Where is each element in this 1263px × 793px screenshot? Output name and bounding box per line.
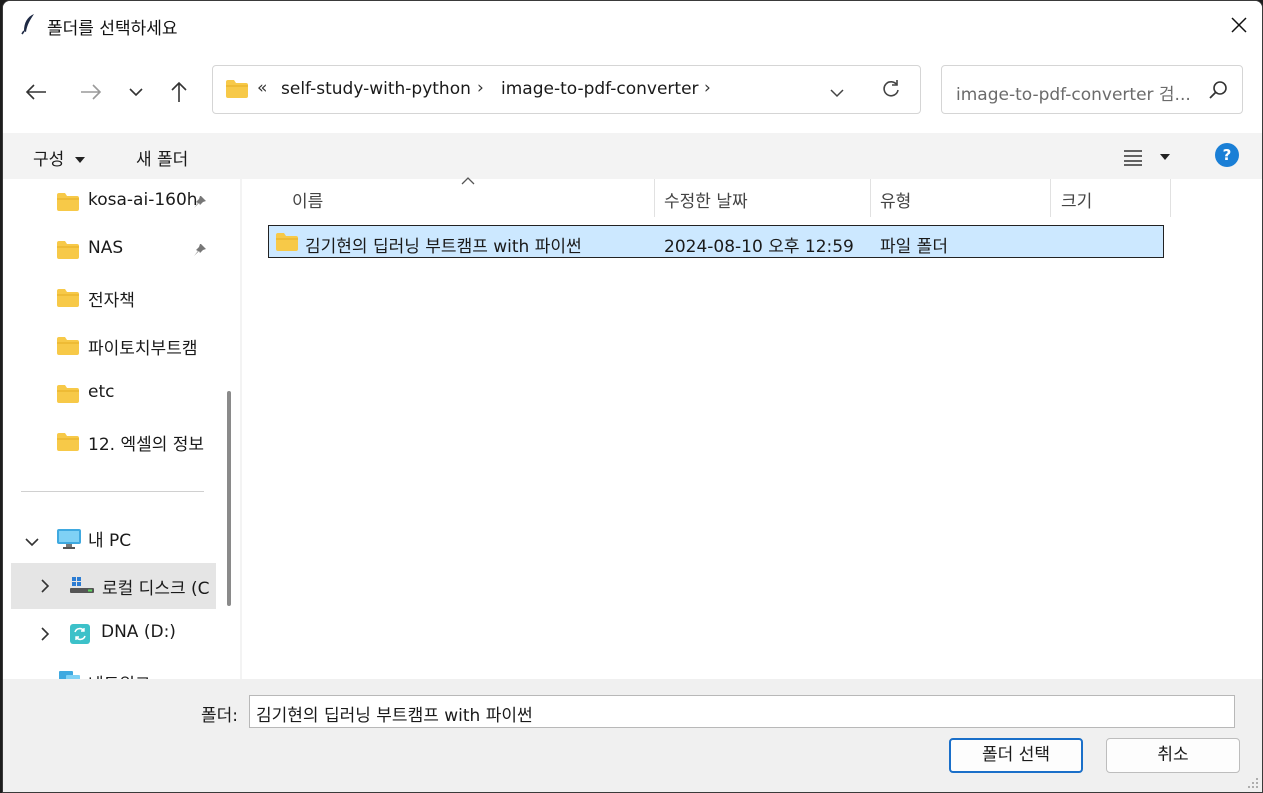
sidebar-item-network[interactable]: 네트워크 <box>3 659 215 679</box>
address-dropdown-button[interactable] <box>830 83 844 102</box>
sidebar-item-label: 12. 엑셀의 정보 <box>88 435 205 455</box>
sidebar-divider <box>21 491 204 492</box>
refresh-icon <box>883 80 899 97</box>
arrow-left-icon <box>25 84 46 100</box>
address-bar[interactable]: « self-study-with-python › image-to-pdf-… <box>212 65 921 114</box>
window-title: 폴더를 선택하세요 <box>47 19 178 39</box>
chevron-right-icon[interactable] <box>41 578 50 597</box>
arrow-right-icon <box>81 84 102 100</box>
breadcrumb-separator[interactable]: › <box>477 78 484 98</box>
sidebar-item-label: 로컬 디스크 (C <box>102 579 210 599</box>
search-icon[interactable] <box>1208 80 1228 104</box>
folder-picker-dialog: 폴더를 선택하세요 « self-study-with-python › ima… <box>2 0 1263 793</box>
sort-ascending-icon <box>461 177 475 185</box>
navigation-bar: « self-study-with-python › image-to-pdf-… <box>3 49 1262 133</box>
folder-name-value[interactable]: 김기현의 딥러닝 부트캠프 with 파이썬 <box>256 701 533 726</box>
dialog-footer: 폴더: 김기현의 딥러닝 부트캠프 with 파이썬 폴더 선택 취소 <box>3 679 1262 792</box>
column-size-label[interactable]: 크기 <box>1061 187 1092 212</box>
back-button[interactable] <box>21 77 51 107</box>
breadcrumb-image-to-pdf-converter[interactable]: image-to-pdf-converter <box>501 79 699 99</box>
help-button[interactable]: ? <box>1215 143 1239 167</box>
caret-down-icon <box>1160 154 1170 160</box>
close-icon <box>1231 17 1247 33</box>
chevron-down-icon <box>830 89 844 98</box>
folder-icon <box>56 240 80 264</box>
column-header-modified[interactable]: 수정한 날짜 <box>654 179 870 217</box>
folder-icon <box>56 192 80 216</box>
file-modified: 2024-08-10 오후 12:59 <box>664 237 854 257</box>
cancel-button[interactable]: 취소 <box>1106 738 1240 773</box>
sidebar-item-label: etc <box>88 382 115 402</box>
sidebar-item-dna-drive[interactable]: DNA (D:) <box>3 611 215 657</box>
network-icon <box>57 669 83 679</box>
chevron-down-icon <box>129 87 143 96</box>
up-button[interactable] <box>164 77 194 107</box>
chevron-right-icon[interactable] <box>41 626 50 645</box>
folder-icon <box>56 432 80 456</box>
local-disk-icon <box>69 575 95 599</box>
sidebar-item-label: 내 PC <box>88 531 132 551</box>
select-folder-button[interactable]: 폴더 선택 <box>949 738 1083 773</box>
sidebar-item-label: DNA (D:) <box>101 622 176 642</box>
column-header-type[interactable]: 유형 <box>870 179 1050 217</box>
sync-drive-icon <box>69 623 91 649</box>
column-modified-label[interactable]: 수정한 날짜 <box>664 187 748 212</box>
command-bar: 구성 새 폴더 ? <box>3 133 1262 179</box>
search-box[interactable]: image-to-pdf-converter 검... <box>941 65 1243 114</box>
sidebar-item-this-pc[interactable]: 내 PC <box>3 515 215 561</box>
organize-label[interactable]: 구성 <box>33 150 64 170</box>
new-folder-button[interactable]: 새 폴더 <box>136 145 188 170</box>
file-row-selected[interactable]: 김기현의 딥러닝 부트캠프 with 파이썬 2024-08-10 오후 12:… <box>268 225 1164 258</box>
computer-icon <box>56 528 82 554</box>
search-placeholder[interactable]: image-to-pdf-converter 검... <box>956 80 1191 105</box>
navigation-pane: kosa-ai-160h NAS 전자책 파이토치부트캠 etc 12. 엑셀의… <box>3 179 240 679</box>
folder-icon <box>225 79 249 103</box>
title-bar: 폴더를 선택하세요 <box>3 1 1262 49</box>
caret-down-icon <box>74 157 85 163</box>
feather-icon <box>21 13 37 39</box>
sidebar-item-label: 네트워크 <box>88 670 216 679</box>
column-divider[interactable] <box>1170 179 1171 217</box>
folder-icon <box>56 384 80 408</box>
pin-icon <box>193 194 207 213</box>
folder-icon <box>276 233 298 251</box>
sidebar-item-pytorch-bootcamp[interactable]: 파이토치부트캠 <box>3 323 215 369</box>
breadcrumb-separator[interactable]: › <box>704 78 711 98</box>
list-view-icon <box>1124 150 1142 166</box>
chevron-down-icon[interactable] <box>25 532 39 551</box>
view-options-button[interactable] <box>1121 145 1175 169</box>
forward-button[interactable] <box>76 77 106 107</box>
folder-name-field[interactable]: 김기현의 딥러닝 부트캠프 with 파이썬 <box>249 695 1235 728</box>
column-header-name[interactable]: 이름 <box>278 177 654 217</box>
file-name: 김기현의 딥러닝 부트캠프 with 파이썬 <box>305 237 582 257</box>
arrow-up-icon <box>171 81 187 102</box>
sidebar-item-label: 파이토치부트캠 <box>88 339 198 359</box>
column-name-label[interactable]: 이름 <box>292 187 323 212</box>
column-header-size[interactable]: 크기 <box>1050 179 1170 217</box>
file-type: 파일 폴더 <box>880 237 948 257</box>
sidebar-item-local-disk[interactable]: 로컬 디스크 (C <box>11 563 216 609</box>
refresh-button[interactable] <box>881 79 901 103</box>
address-overflow[interactable]: « <box>257 78 267 98</box>
column-type-label[interactable]: 유형 <box>880 187 911 212</box>
folder-icon <box>56 288 80 312</box>
resize-grip-icon[interactable] <box>1247 777 1259 789</box>
sidebar-item-label: 전자책 <box>88 291 135 311</box>
sidebar-scrollbar[interactable] <box>227 391 231 606</box>
pin-icon <box>193 242 207 261</box>
sidebar-item-kosa-ai-160h[interactable]: kosa-ai-160h <box>3 179 215 225</box>
folder-field-label: 폴더: <box>201 706 239 726</box>
sidebar-item-excel-info[interactable]: 12. 엑셀의 정보 <box>3 419 215 465</box>
sidebar-item-etc[interactable]: etc <box>3 371 215 417</box>
folder-icon <box>56 336 80 360</box>
close-button[interactable] <box>1216 1 1262 49</box>
file-list: 이름 수정한 날짜 유형 크기 김기현의 딥러닝 부트캠프 with 파이썬 2… <box>242 177 1262 679</box>
breadcrumb-self-study-with-python[interactable]: self-study-with-python <box>281 79 471 99</box>
recent-locations-button[interactable] <box>121 77 151 107</box>
sidebar-item-ebooks[interactable]: 전자책 <box>3 275 215 321</box>
sidebar-item-nas[interactable]: NAS <box>3 227 215 273</box>
organize-menu[interactable]: 구성 <box>33 145 86 170</box>
